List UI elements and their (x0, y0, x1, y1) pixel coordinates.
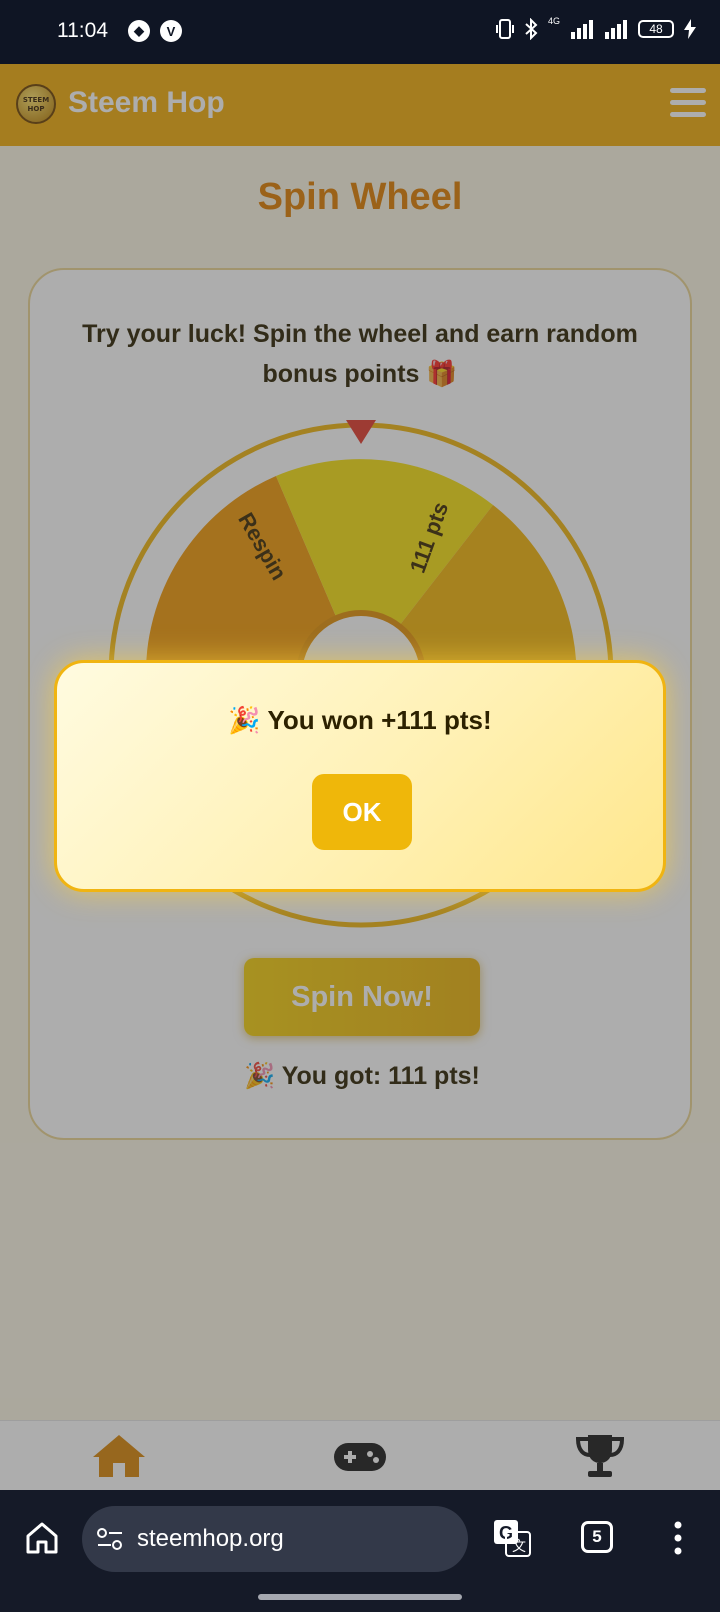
status-time: 11:04 (57, 19, 108, 42)
site-settings-icon[interactable] (96, 1526, 124, 1552)
gesture-bar (258, 1594, 462, 1600)
tab-switcher-button[interactable]: 5 (581, 1521, 613, 1553)
v-notification-icon: V (160, 20, 182, 42)
vibrate-icon (495, 19, 514, 39)
ok-button[interactable]: OK (312, 774, 412, 850)
browser-home-icon[interactable] (24, 1520, 60, 1556)
address-bar[interactable]: steemhop.org (82, 1506, 468, 1572)
battery-icon: 48 (638, 20, 674, 38)
more-options-icon[interactable] (668, 1520, 688, 1556)
win-dialog: 🎉 You won +111 pts! OK (54, 660, 666, 892)
win-message: 🎉 You won +111 pts! (228, 705, 492, 735)
bluetooth-icon (525, 18, 538, 40)
shield-notification-icon: ◆ (128, 20, 150, 42)
status-bar: 11:04 ◆ V 4G 48 (0, 0, 720, 64)
notification-icons: ◆ V (128, 20, 182, 42)
url-text[interactable]: steemhop.org (137, 1525, 284, 1553)
signal-icon-1 (571, 20, 593, 39)
translate-icon[interactable]: G 文 (492, 1518, 532, 1558)
charging-icon (684, 19, 696, 39)
network-type: 4G (547, 16, 560, 26)
svg-text:文: 文 (512, 1539, 526, 1555)
status-indicators: 4G 48 (495, 16, 696, 40)
signal-icon-2 (605, 20, 627, 39)
